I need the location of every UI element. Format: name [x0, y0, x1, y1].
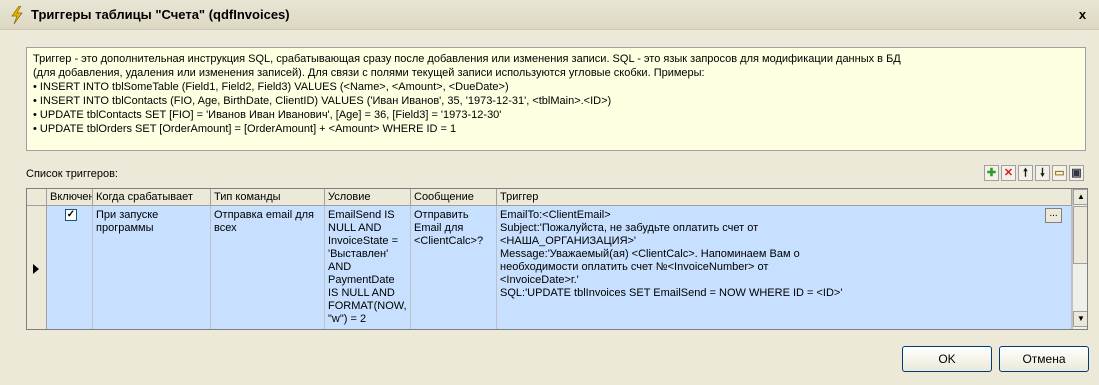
- description-line: • UPDATE tblContacts SET [FIO] = 'Иванов…: [33, 109, 502, 121]
- column-header-condition[interactable]: Условие: [325, 189, 411, 206]
- message-value: Отправить Email для <ClientCalc>?: [414, 209, 484, 247]
- description-panel: Триггер - это дополнительная инструкция …: [26, 47, 1086, 151]
- command-type-value: Отправка email для всех: [214, 209, 314, 234]
- vertical-scrollbar[interactable]: ▲ ▼: [1072, 189, 1087, 329]
- message-cell[interactable]: Отправить Email для <ClientCalc>?: [411, 206, 497, 329]
- when-value: При запуске программы: [96, 209, 159, 234]
- trigger-line: EmailTo:<ClientEmail>: [500, 209, 611, 221]
- edit-trigger-button[interactable]: ...: [1045, 208, 1062, 223]
- description-line: • INSERT INTO tblSomeTable (Field1, Fiel…: [33, 81, 509, 93]
- enabled-cell[interactable]: ✓: [47, 206, 93, 329]
- cancel-button[interactable]: Отмена: [999, 346, 1089, 372]
- trigger-line: Message:'Уважаемый(ая) <ClientCalc>. Нап…: [500, 248, 800, 260]
- scroll-up-icon[interactable]: ▲: [1073, 189, 1087, 205]
- column-header-when[interactable]: Когда срабатывает: [93, 189, 211, 206]
- ok-button[interactable]: OK: [902, 346, 992, 372]
- scroll-thumb[interactable]: [1073, 206, 1087, 264]
- add-icon[interactable]: ✚: [984, 165, 999, 181]
- scroll-down-icon[interactable]: ▼: [1073, 311, 1087, 327]
- window-title: Триггеры таблицы "Счета" (qdfInvoices): [31, 7, 290, 22]
- lightning-icon: [11, 6, 23, 24]
- trigger-dialog: Триггеры таблицы "Счета" (qdfInvoices) x…: [0, 0, 1099, 385]
- close-button[interactable]: x: [1074, 7, 1091, 23]
- grid-toolbar: ✚ ✕ 🠕 🠗 ▭ ▣: [984, 165, 1084, 181]
- description-line: Триггер - это дополнительная инструкция …: [33, 53, 901, 65]
- column-header-message[interactable]: Сообщение: [411, 189, 497, 206]
- open-icon[interactable]: ▭: [1052, 165, 1067, 181]
- trigger-line: SQL:'UPDATE tblInvoices SET EmailSend = …: [500, 287, 843, 299]
- column-header-command-type[interactable]: Тип команды: [211, 189, 325, 206]
- trigger-list-label: Список триггеров:: [26, 168, 118, 180]
- delete-icon[interactable]: ✕: [1001, 165, 1016, 181]
- enabled-checkbox[interactable]: ✓: [65, 209, 77, 221]
- when-cell[interactable]: При запуске программы: [93, 206, 211, 329]
- row-selector[interactable]: [27, 206, 47, 329]
- title-bar: Триггеры таблицы "Счета" (qdfInvoices) x: [0, 0, 1099, 30]
- column-header-trigger[interactable]: Триггер: [497, 189, 1072, 206]
- save-icon[interactable]: ▣: [1069, 165, 1084, 181]
- condition-value: EmailSend IS NULL AND InvoiceState = 'Вы…: [328, 209, 407, 325]
- description-line: (для добавления, удаления или изменения …: [33, 67, 705, 79]
- condition-cell[interactable]: EmailSend IS NULL AND InvoiceState = 'Вы…: [325, 206, 411, 329]
- trigger-line: <НАША_ОРГАНИЗАЦИЯ>': [500, 235, 637, 247]
- current-row-arrow-icon: [33, 264, 39, 274]
- column-header-enabled[interactable]: Включен: [47, 189, 93, 206]
- trigger-cell[interactable]: EmailTo:<ClientEmail> Subject:'Пожалуйст…: [497, 206, 1072, 329]
- move-down-icon[interactable]: 🠗: [1035, 165, 1050, 181]
- description-line: • INSERT INTO tblContacts (FIO, Age, Bir…: [33, 95, 612, 107]
- description-line: • UPDATE tblOrders SET [OrderAmount] = […: [33, 123, 457, 135]
- move-up-icon[interactable]: 🠕: [1018, 165, 1033, 181]
- trigger-line: <InvoiceDate>г.': [500, 274, 579, 286]
- trigger-grid[interactable]: Включен Когда срабатывает Тип команды Ус…: [26, 188, 1088, 330]
- command-type-cell[interactable]: Отправка email для всех: [211, 206, 325, 329]
- trigger-line: необходимости оплатить счет №<InvoiceNum…: [500, 261, 769, 273]
- row-selector-header: [27, 189, 47, 206]
- trigger-line: Subject:'Пожалуйста, не забудьте оплатит…: [500, 222, 759, 234]
